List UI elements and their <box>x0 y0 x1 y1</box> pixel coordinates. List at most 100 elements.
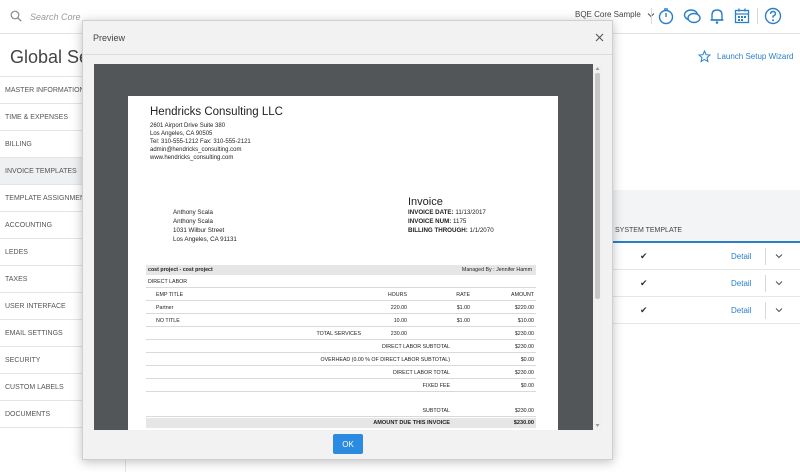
detail-link[interactable]: Detail <box>731 279 751 288</box>
summary-label: DIRECT LABOR SUBTOTAL <box>382 344 450 350</box>
viewer-scrollbar[interactable] <box>593 64 602 430</box>
row-divider <box>765 302 766 319</box>
column-header-emp-title: EMP TITLE <box>156 292 184 298</box>
sidebar-item-taxes[interactable]: TAXES <box>0 266 84 293</box>
sidebar-item-email-settings[interactable]: EMAIL SETTINGS <box>0 320 84 347</box>
section-label: DIRECT LABOR <box>148 279 188 285</box>
managed-by: Managed By : Jennifer Hamm <box>461 267 532 273</box>
amount-due-row: AMOUNT DUE THIS INVOICE $230.00 <box>146 418 536 428</box>
sidebar-item-invoice-templates[interactable]: INVOICE TEMPLATES <box>0 158 84 185</box>
invoice-number-value: 1175 <box>453 218 467 225</box>
billing-through-value: 1/1/2070 <box>469 227 494 234</box>
invoice-page: Hendricks Consulting LLC 2601 Airport Dr… <box>128 96 558 430</box>
summary-amount: $0.00 <box>520 357 534 363</box>
table-row: Partner 220.00 $1.00 $220.00 <box>146 302 536 314</box>
sidebar-item-accounting[interactable]: ACCOUNTING <box>0 212 84 239</box>
chevron-down-icon[interactable] <box>775 252 783 260</box>
timer-icon[interactable] <box>656 6 676 26</box>
search-icon[interactable] <box>10 10 22 22</box>
table-row: NO TITLE 10.00 $1.00 $10.00 <box>146 315 536 327</box>
section-header: DIRECT LABOR <box>146 276 536 288</box>
subtotal-amount: $230.00 <box>514 408 534 414</box>
line-amount: $220.00 <box>514 305 534 311</box>
calendar-icon[interactable] <box>732 6 752 26</box>
invoice-date: INVOICE DATE: 11/13/2017 <box>408 209 486 216</box>
bill-to-line: Anthony Scala <box>173 218 213 225</box>
close-icon[interactable] <box>595 33 604 42</box>
detail-link[interactable]: Detail <box>731 252 751 261</box>
total-services-label: TOTAL SERVICES <box>316 331 361 337</box>
star-icon <box>698 50 711 63</box>
templates-table: SYSTEM TEMPLATE ✔ Detail ✔ Detail ✔ Deta… <box>613 190 800 324</box>
company-website-line: www.hendricks_consulting.com <box>150 155 234 161</box>
line-title: Partner <box>156 305 174 311</box>
line-hours: 10.00 <box>393 318 407 324</box>
detail-link[interactable]: Detail <box>731 306 751 315</box>
amount-due-value: $230.00 <box>513 420 534 426</box>
invoice-date-label: INVOICE DATE: <box>408 209 454 216</box>
sidebar-item-documents[interactable]: DOCUMENTS <box>0 401 84 428</box>
scroll-down-arrow-icon[interactable] <box>595 423 600 428</box>
invoice-date-value: 11/13/2017 <box>455 209 486 216</box>
table-row: ✔ Detail <box>613 297 800 324</box>
summary-label: OVERHEAD (0.00 % OF DIRECT LABOR SUBTOTA… <box>320 357 450 363</box>
ok-button[interactable]: OK <box>333 434 363 454</box>
table-header: SYSTEM TEMPLATE <box>613 190 800 243</box>
amount-due-label: AMOUNT DUE THIS INVOICE <box>373 420 450 426</box>
scroll-thumb[interactable] <box>595 73 600 299</box>
table-column-headers: EMP TITLE HOURS RATE AMOUNT <box>146 289 536 301</box>
column-header-system-template: SYSTEM TEMPLATE <box>615 227 683 234</box>
sidebar-item-security[interactable]: SECURITY <box>0 347 84 374</box>
sidebar-item-time-expenses[interactable]: TIME & EXPENSES <box>0 104 84 131</box>
invoice-number: INVOICE NUM: 1175 <box>408 218 466 225</box>
company-name: Hendricks Consulting LLC <box>150 106 283 118</box>
billing-through-label: BILLING THROUGH: <box>408 227 468 234</box>
summary-row: DIRECT LABOR TOTAL $230.00 <box>146 367 536 379</box>
line-amount: $10.00 <box>517 318 534 324</box>
topbar-separator <box>757 8 758 24</box>
sidebar-item-master-information[interactable]: MASTER INFORMATION <box>0 77 84 104</box>
invoice-title: Invoice <box>408 196 443 208</box>
launch-setup-wizard-link[interactable]: Launch Setup Wizard <box>698 50 794 63</box>
check-icon: ✔ <box>640 305 648 315</box>
document-viewer[interactable]: Hendricks Consulting LLC 2601 Airport Dr… <box>94 64 602 430</box>
project-header: cost project - cost project Managed By :… <box>146 265 536 275</box>
subtotal-label: SUBTOTAL <box>422 408 450 414</box>
company-address-line: Los Angeles, CA 90505 <box>150 131 213 137</box>
chevron-down-icon[interactable] <box>775 279 783 287</box>
sidebar-item-user-interface[interactable]: USER INTERFACE <box>0 293 84 320</box>
summary-row: FIXED FEE $0.00 <box>146 380 536 392</box>
scroll-up-arrow-icon[interactable] <box>595 66 600 71</box>
sidebar-item-template-assignment[interactable]: TEMPLATE ASSIGNMENT <box>0 185 84 212</box>
sidebar-item-billing[interactable]: BILLING <box>0 131 84 158</box>
column-header-hours: HOURS <box>387 292 407 298</box>
launch-wizard-label: Launch Setup Wizard <box>717 52 794 61</box>
line-title: NO TITLE <box>156 318 180 324</box>
summary-label: FIXED FEE <box>422 383 450 389</box>
bill-to-line: Anthony Scala <box>173 209 213 216</box>
subtotal-row: SUBTOTAL $230.00 <box>146 405 536 417</box>
line-rate: $1.00 <box>456 318 470 324</box>
column-header-amount: AMOUNT <box>511 292 534 298</box>
bell-icon[interactable] <box>707 6 727 26</box>
table-row: ✔ Detail <box>613 270 800 297</box>
sidebar-item-ledes[interactable]: LEDES <box>0 239 84 266</box>
summary-amount: $0.00 <box>520 383 534 389</box>
modal-header-divider <box>83 54 612 55</box>
sidebar-item-custom-labels[interactable]: CUSTOM LABELS <box>0 374 84 401</box>
company-email-line: admin@hendricks_consulting.com <box>150 147 242 153</box>
company-selector[interactable]: BQE Core Sample <box>575 10 655 19</box>
summary-amount: $230.00 <box>514 344 534 350</box>
line-rate: $1.00 <box>456 305 470 311</box>
help-icon[interactable] <box>763 6 783 26</box>
chevron-down-icon[interactable] <box>775 306 783 314</box>
company-address-line: 2601 Airport Drive Suite 380 <box>150 123 226 129</box>
summary-row: DIRECT LABOR SUBTOTAL $230.00 <box>146 341 536 353</box>
modal-title: Preview <box>93 33 126 43</box>
summary-amount: $230.00 <box>514 370 534 376</box>
invoice-number-label: INVOICE NUM: <box>408 218 452 225</box>
company-name: BQE Core Sample <box>575 10 641 19</box>
chat-icon[interactable] <box>682 6 702 26</box>
summary-label: DIRECT LABOR TOTAL <box>392 370 450 376</box>
total-services-row: TOTAL SERVICES 230.00 $230.00 <box>146 328 536 340</box>
